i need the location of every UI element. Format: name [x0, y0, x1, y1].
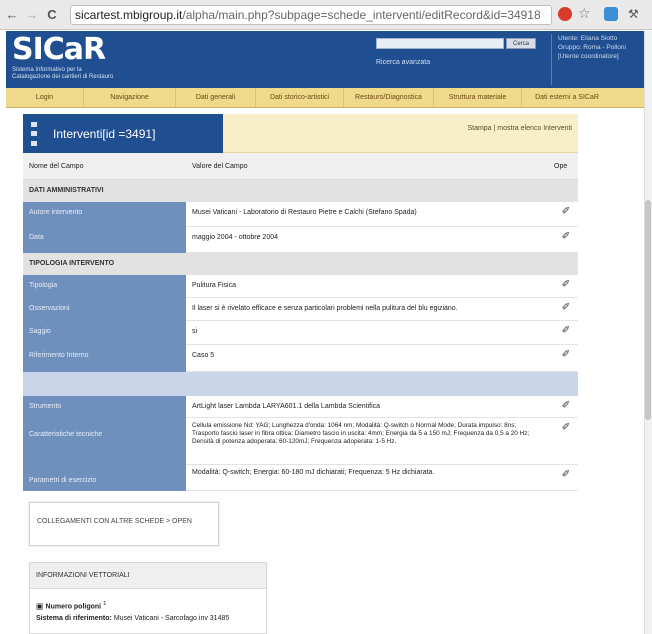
page-title: Interventi[id =3491]	[53, 126, 156, 141]
polygon-count-line: ▣ Numero poligoni 1	[36, 601, 106, 610]
table-row: Tipologia Pulitura Fisica ✐	[23, 275, 578, 298]
logo-subtitle: Sistema Informativo per la Catalogazione…	[12, 67, 152, 81]
edit-icon[interactable]: ✐	[554, 275, 578, 290]
star-icon[interactable]: ☆	[578, 6, 592, 20]
edit-icon[interactable]: ✐	[554, 418, 578, 433]
field-label: Strumento	[23, 396, 186, 418]
menu-item-struttura-materiale[interactable]: Struttura materiale	[434, 88, 522, 107]
address-bar[interactable]: sicartest.mbigroup.it/alpha/main.php?sub…	[70, 5, 552, 25]
vector-info-header: INFORMAZIONI VETTORIALI	[30, 563, 266, 589]
logo-subtitle-line2: Catalogazione dei cantieri di Restauro	[12, 74, 114, 80]
table-row: Osservazioni Il laser si è rivelato effi…	[23, 298, 578, 321]
field-value: si	[192, 328, 198, 335]
logo[interactable]: SICaR	[12, 35, 106, 65]
field-value: Modalità: Q-switch; Energia: 60-180 mJ d…	[192, 469, 435, 476]
user-info: Utente: Eliana Siotto Gruppo: Roma - Pol…	[551, 34, 652, 85]
menu-item-dati-esterni[interactable]: Dati esterni a SICaR	[522, 88, 612, 107]
edit-icon[interactable]: ✐	[554, 227, 578, 242]
extension-icon[interactable]	[604, 7, 618, 21]
field-value: maggio 2004 - ottobre 2004	[192, 234, 279, 241]
vector-info-title: INFORMAZIONI VETTORIALI	[36, 572, 130, 579]
menu-item-dati-storico-artistici[interactable]: Dati storico-artistici	[256, 88, 344, 107]
section-title-admin: DATI AMMINISTRATIVI	[29, 187, 104, 194]
main-menu: Login Navigazione Dati generali Dati sto…	[6, 88, 652, 108]
reload-icon[interactable]: C	[44, 7, 60, 23]
table-row: Riferimento Interno Caso 5 ✐	[23, 345, 578, 372]
reference-system-value: Musei Vaticani - Sarcofago inv 31485	[113, 615, 230, 622]
menu-item-navigazione[interactable]: Navigazione	[84, 88, 176, 107]
field-label: Data	[23, 227, 186, 253]
scrollbar-thumb[interactable]	[645, 200, 651, 420]
menu-item-restauro-diagnostica[interactable]: Restauro/Diagnostica	[344, 88, 434, 107]
menu-item-dati-generali[interactable]: Dati generali	[176, 88, 256, 107]
field-label: Parametri di esercizio	[23, 465, 186, 491]
field-value: Pulitura Fisica	[192, 282, 236, 289]
collegamenti-link[interactable]: COLLEGAMENTI CON ALTRE SCHEDE > OPEN	[37, 518, 192, 525]
advanced-search-link[interactable]: Ricerca avanzata	[376, 59, 430, 66]
col-header-value: Valore del Campo	[192, 163, 248, 170]
col-header-name: Nome del Campo	[29, 163, 84, 170]
section-row: TIPOLOGIA INTERVENTO	[23, 253, 578, 275]
url-path: /alpha/main.php?subpage=schede_intervent…	[182, 8, 541, 22]
logo-subtitle-line1: Sistema Informativo per la	[12, 67, 82, 73]
user-role: [Utente coordinatore]	[558, 53, 619, 60]
field-value: ArtLight laser Lambda LARYA601.1 della L…	[192, 403, 381, 410]
edit-icon[interactable]: ✐	[554, 298, 578, 313]
reference-system-line: Sistema di riferimento: Musei Vaticani -…	[36, 615, 229, 622]
spacer-row	[23, 372, 578, 396]
polygon-icon: ▣	[36, 601, 44, 611]
menu-item-login[interactable]: Login	[6, 88, 84, 107]
field-value: Il laser si è rivelato efficace e senza …	[192, 305, 458, 312]
field-label: Caratteristiche tecniche	[23, 418, 186, 465]
browser-toolbar: ← → C sicartest.mbigroup.it/alpha/main.p…	[0, 0, 652, 30]
vector-info-panel: INFORMAZIONI VETTORIALI ▣ Numero poligon…	[29, 562, 267, 634]
col-header-op: Ope	[554, 163, 568, 170]
edit-icon[interactable]: ✐	[554, 465, 578, 480]
field-label: Tipologia	[23, 275, 186, 298]
field-value: Musei Vaticani - Laboratorio di Restauro…	[192, 209, 417, 216]
wrench-icon[interactable]: ⚒	[628, 7, 642, 21]
field-value: Cellula emissione Nd: YAG; Lunghezza d'o…	[192, 422, 530, 445]
section-title-tipologia: TIPOLOGIA INTERVENTO	[29, 260, 115, 267]
print-list-links[interactable]: Stampa | mostra elenco Interventi	[467, 125, 572, 132]
polygon-count-value: 1	[103, 601, 107, 607]
field-label: Saggio	[23, 321, 186, 345]
edit-icon[interactable]: ✐	[554, 202, 578, 217]
collegamenti-box[interactable]: COLLEGAMENTI CON ALTRE SCHEDE > OPEN	[29, 502, 219, 546]
edit-icon[interactable]: ✐	[554, 345, 578, 360]
search-input[interactable]	[376, 38, 504, 49]
edit-icon[interactable]: ✐	[554, 321, 578, 336]
user-group: Gruppo: Roma - Polloni	[558, 44, 626, 51]
back-icon[interactable]: ←	[4, 7, 20, 23]
record-title-bar: Interventi[id =3491]	[23, 114, 223, 153]
table-row: Saggio si ✐	[23, 321, 578, 345]
user-name: Utente: Eliana Siotto	[558, 35, 618, 42]
site-header: SICaR Sistema Informativo per la Catalog…	[6, 31, 652, 88]
edit-icon[interactable]: ✐	[554, 396, 578, 411]
record-actions-bar: Stampa | mostra elenco Interventi	[223, 114, 578, 153]
section-row: DATI AMMINISTRATIVI	[23, 180, 578, 202]
table-row: Strumento ArtLight laser Lambda LARYA601…	[23, 396, 578, 418]
forward-icon[interactable]: →	[24, 7, 40, 23]
polygon-count-label: Numero poligoni	[45, 603, 102, 611]
table-row: Caratteristiche tecniche Cellula emissio…	[23, 418, 578, 465]
table-header: Nome del Campo Valore del Campo Ope	[23, 153, 578, 180]
table-row: Autore intervento Musei Vaticani - Labor…	[23, 202, 578, 227]
search-button[interactable]: Cerca	[506, 38, 536, 49]
field-value: Caso 5	[192, 352, 215, 359]
reference-system-label: Sistema di riferimento:	[36, 615, 112, 622]
record-icon	[31, 121, 45, 146]
table-row: Parametri di esercizio Modalità: Q-switc…	[23, 465, 578, 491]
field-label: Autore intervento	[23, 202, 186, 227]
table-row: Data maggio 2004 - ottobre 2004 ✐	[23, 227, 578, 253]
field-label: Riferimento Interno	[23, 345, 186, 372]
url-host: sicartest.mbigroup.it	[75, 8, 183, 22]
block-icon[interactable]	[558, 7, 572, 21]
field-label: Osservazioni	[23, 298, 186, 321]
